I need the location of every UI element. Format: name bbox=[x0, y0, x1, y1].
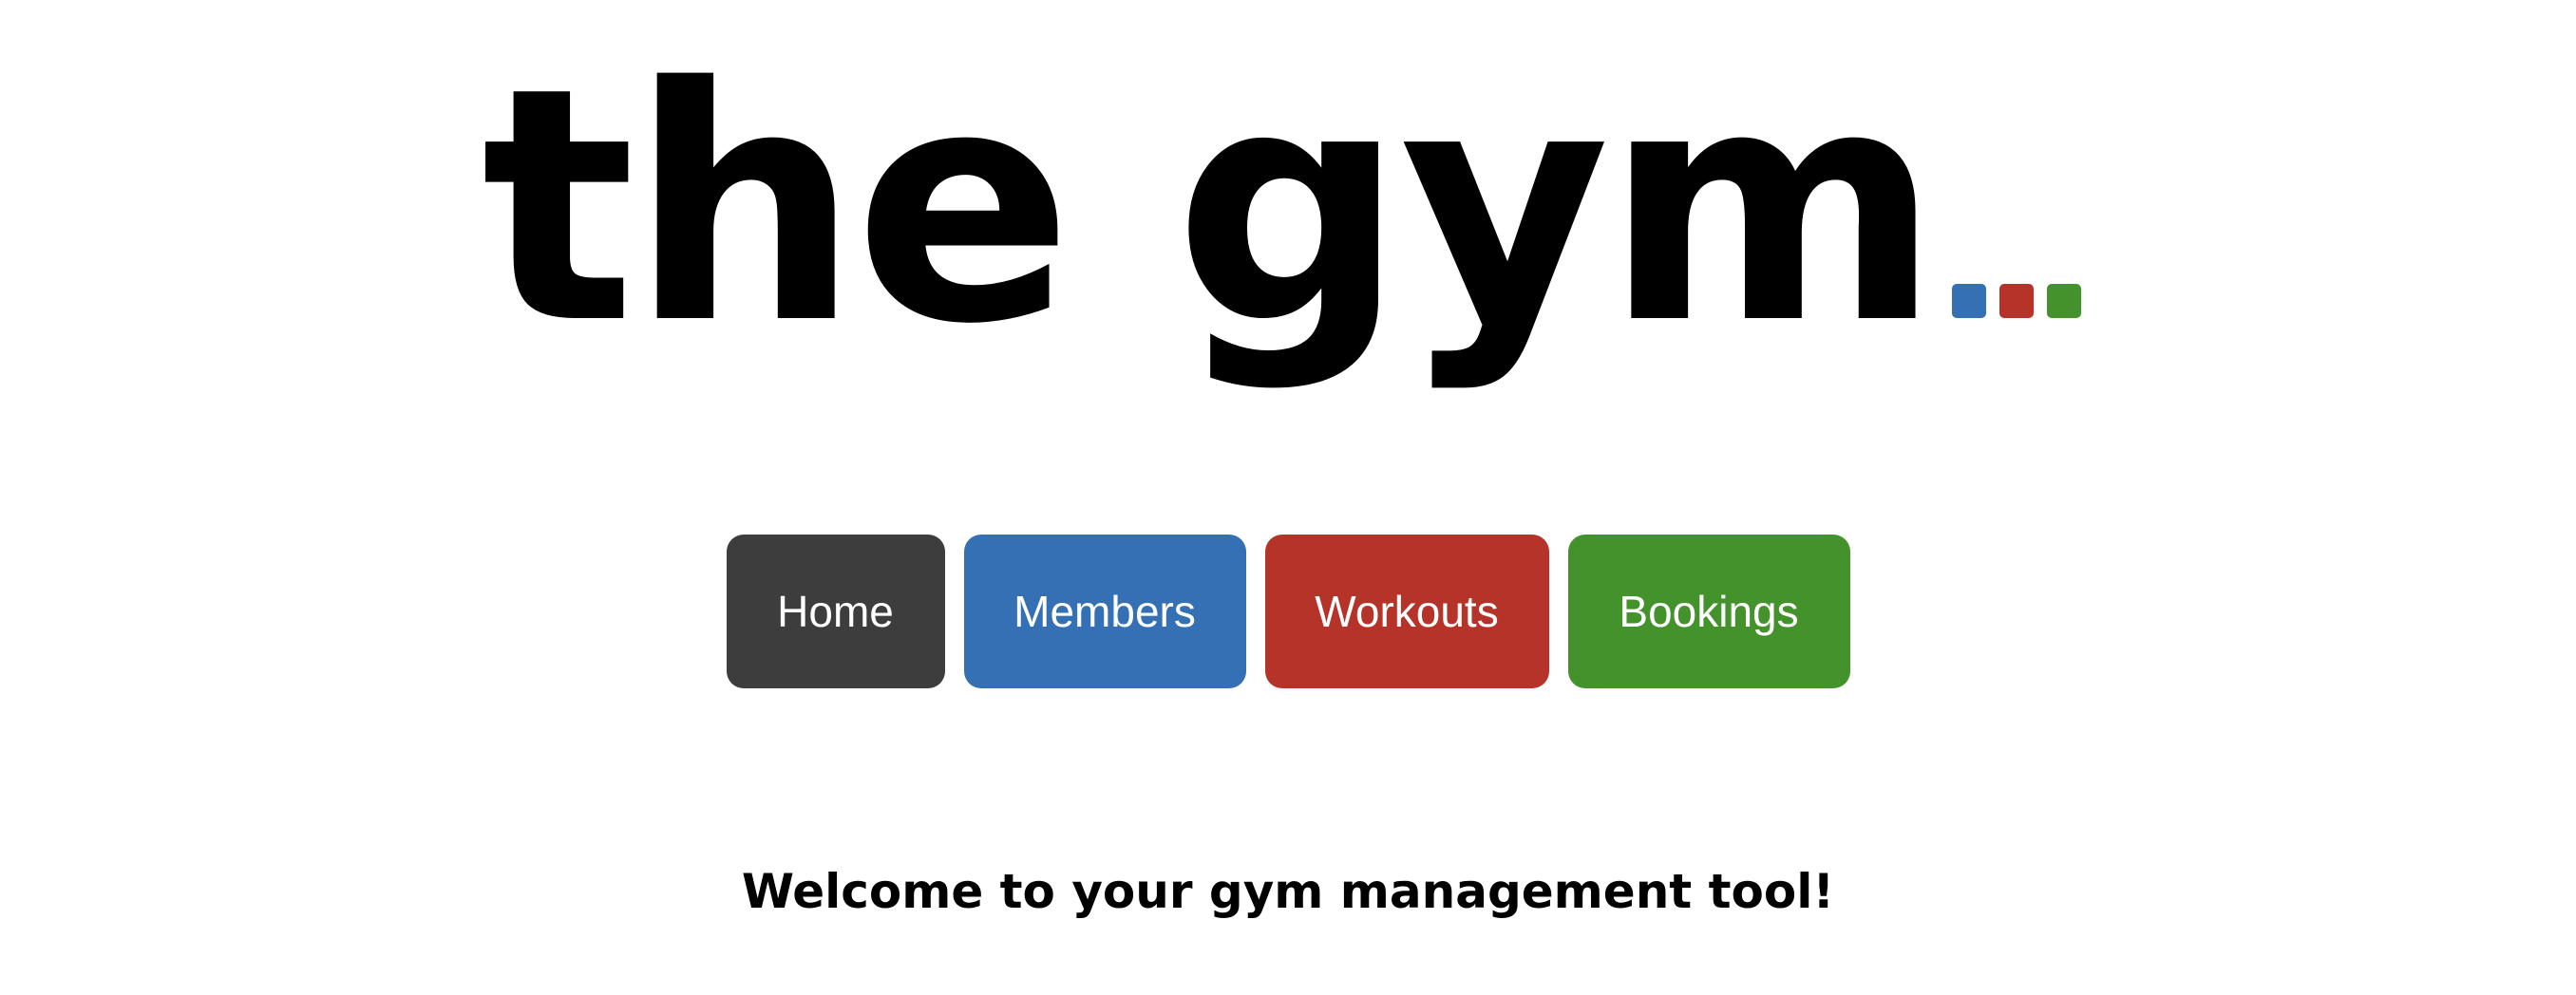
logo-dot-blue bbox=[1952, 284, 1987, 318]
page: the gym Home Members Workouts Bookings W… bbox=[0, 0, 2576, 995]
welcome-message: Welcome to your gym management tool! bbox=[741, 864, 1835, 919]
logo: the gym bbox=[0, 46, 2576, 368]
nav-workouts-button[interactable]: Workouts bbox=[1264, 535, 1549, 688]
nav-home-button[interactable]: Home bbox=[726, 535, 945, 688]
logo-dot-red bbox=[1999, 284, 2035, 318]
nav-bookings-button[interactable]: Bookings bbox=[1567, 535, 1850, 688]
logo-dot-green bbox=[2047, 284, 2082, 318]
logo-text: the gym bbox=[481, 19, 1941, 395]
nav-members-button[interactable]: Members bbox=[963, 535, 1246, 688]
logo-dots bbox=[1952, 284, 2094, 322]
main-nav: Home Members Workouts Bookings bbox=[0, 535, 2576, 688]
